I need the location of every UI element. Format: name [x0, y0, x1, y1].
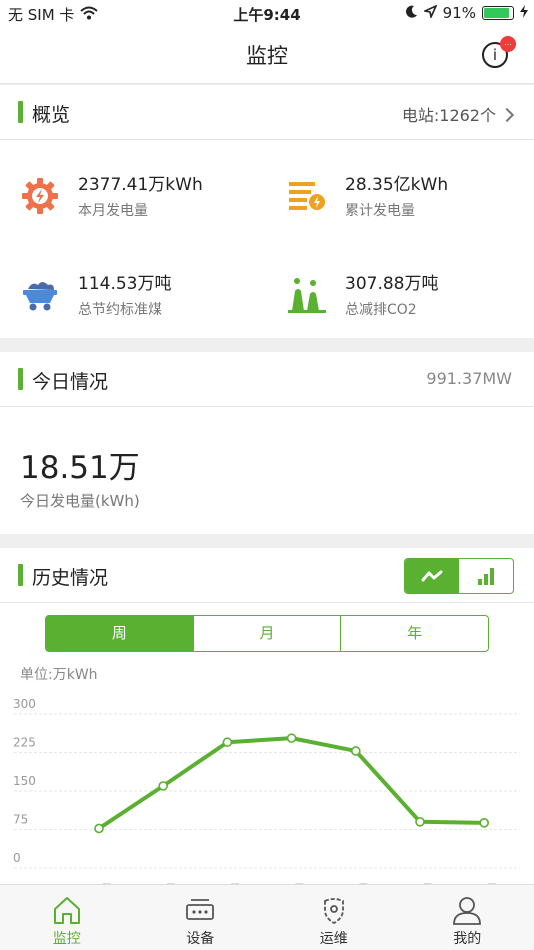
co2-reduced-label: 总减排CO2: [345, 302, 417, 318]
y-tick-label: 300: [13, 697, 36, 711]
factory-icon: [287, 275, 327, 315]
history-header: 历史情况: [0, 548, 534, 603]
section-accent-bar: [18, 101, 23, 123]
period-tabs: 周 月 年: [45, 615, 489, 652]
bar-chart-toggle-button[interactable]: [459, 559, 513, 593]
overview-card: 概览 电站:1262个 2377.41万kWh 本月发电量 28.35亿kWh …: [0, 85, 534, 338]
line-chart-icon: [421, 570, 443, 582]
station-count-link[interactable]: 电站:1262个: [401, 102, 515, 126]
coal-saved-value: 114.53万吨: [78, 274, 172, 294]
station-count: 电站:1262个: [401, 106, 496, 125]
user-icon: [453, 897, 482, 925]
home-icon: [53, 897, 80, 924]
battery-icon: [482, 6, 514, 20]
notification-badge: ...: [500, 36, 516, 52]
stacked-lightning-icon: [287, 176, 327, 216]
monthly-energy-label: 本月发电量: [78, 203, 148, 219]
maintenance-icon: [323, 898, 344, 925]
tabbar-label: 我的: [453, 931, 482, 947]
location-arrow-icon: [422, 4, 438, 22]
y-tick-label: 75: [13, 813, 28, 827]
overview-item-coal-saved: 114.53万吨 总节约标准煤: [20, 269, 260, 339]
info-button[interactable]: i ...: [482, 36, 516, 68]
today-energy-label: 今日发电量(kWh): [20, 492, 140, 510]
y-tick-label: 150: [13, 774, 36, 788]
total-energy-label: 累计发电量: [345, 203, 415, 219]
page-title: 监控: [246, 44, 288, 68]
history-line-chart: 07515022530011日12日13日14日15日16日17日: [13, 697, 520, 884]
tab-month[interactable]: 月: [194, 616, 342, 651]
today-energy-value: 18.51万: [20, 450, 140, 486]
tab-year[interactable]: 年: [341, 616, 488, 651]
bar-chart-icon: [478, 568, 494, 585]
tabbar-label: 监控: [52, 931, 81, 947]
chart-unit-label: 单位:万kWh: [20, 667, 98, 683]
chart-type-toggle: [404, 558, 514, 594]
overview-header: 概览 电站:1262个: [0, 85, 534, 140]
y-tick-label: 0: [13, 851, 21, 865]
device-icon: [186, 899, 215, 920]
nav-bar: 监控 i ...: [0, 28, 534, 84]
data-point[interactable]: [350, 746, 361, 756]
overview-title: 概览: [32, 104, 71, 126]
today-title: 今日情况: [32, 371, 109, 393]
coal-saved-label: 总节约标准煤: [78, 302, 162, 318]
status-bar: 无 SIM 卡 上午9:44 91%: [0, 0, 534, 28]
coal-cart-icon: [20, 275, 60, 315]
chevron-right-icon: [499, 107, 515, 123]
history-card: 历史情况 周 月 年 单位:万kWh 07515022530011日12日13日…: [0, 548, 534, 884]
tabbar-item-maintenance[interactable]: 运维: [267, 885, 401, 950]
co2-reduced-value: 307.88万吨: [345, 274, 439, 294]
data-point[interactable]: [222, 737, 233, 748]
monthly-energy-value: 2377.41万kWh: [78, 175, 203, 195]
section-accent-bar: [18, 564, 23, 586]
data-point[interactable]: [286, 733, 297, 743]
tab-week[interactable]: 周: [46, 616, 194, 651]
data-point[interactable]: [415, 817, 425, 827]
bottom-tab-bar: 监控 设备 运维 我的: [0, 884, 534, 950]
overview-item-monthly-energy: 2377.41万kWh 本月发电量: [20, 170, 260, 240]
overview-item-total-energy: 28.35亿kWh 累计发电量: [287, 170, 527, 240]
line-chart-toggle-button[interactable]: [405, 559, 459, 593]
gear-lightning-icon: [20, 176, 60, 216]
tabbar-label: 运维: [319, 931, 348, 947]
tabbar-label: 设备: [186, 931, 215, 947]
today-card: 今日情况 991.37MW 18.51万 今日发电量(kWh): [0, 352, 534, 534]
tabbar-item-monitor[interactable]: 监控: [0, 885, 134, 950]
data-point[interactable]: [479, 818, 490, 828]
battery-percent: 91%: [442, 4, 476, 22]
charging-icon: [520, 4, 528, 22]
tabbar-item-profile[interactable]: 我的: [401, 885, 534, 950]
history-title: 历史情况: [32, 567, 109, 589]
installed-capacity: 991.37MW: [426, 369, 512, 388]
total-energy-value: 28.35亿kWh: [345, 175, 449, 195]
data-point[interactable]: [158, 781, 168, 791]
moon-icon: [405, 4, 418, 22]
series-line: [97, 736, 485, 831]
overview-item-co2-reduced: 307.88万吨 总减排CO2: [287, 269, 527, 339]
section-accent-bar: [18, 368, 23, 390]
y-tick-label: 225: [13, 736, 36, 750]
info-icon: i: [492, 46, 498, 64]
data-point[interactable]: [94, 823, 104, 834]
tabbar-item-devices[interactable]: 设备: [134, 885, 268, 950]
today-header: 今日情况 991.37MW: [0, 352, 534, 407]
